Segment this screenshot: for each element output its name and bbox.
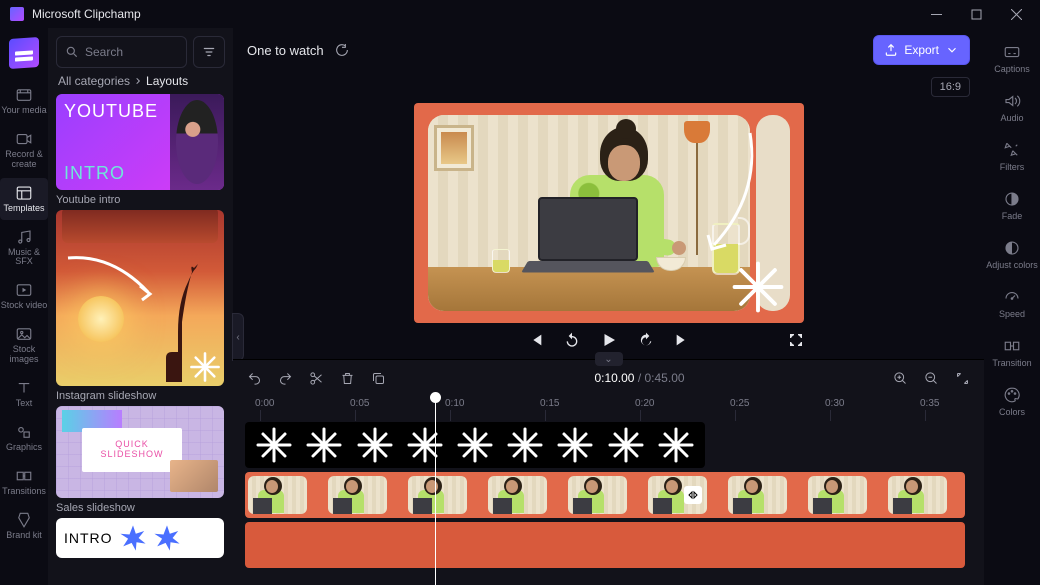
rail-label: Text (16, 399, 33, 409)
export-label: Export (904, 43, 939, 57)
rail-item-graphics[interactable]: Graphics (0, 417, 48, 459)
transport-controls (414, 331, 804, 355)
redo-button[interactable] (278, 371, 293, 386)
timeline: ⌄ 0:10.00 / 0:45.00 0:00 0:05 0:10 (233, 359, 984, 585)
rail-item-templates[interactable]: Templates (0, 178, 48, 220)
template-intro[interactable]: INTRO (56, 518, 225, 558)
template-label: Instagram slideshow (56, 390, 225, 402)
left-tool-rail: Your media Record & create Templates Mus… (0, 28, 48, 585)
rail-item-colors[interactable]: Colors (984, 379, 1040, 424)
rail-item-adjust-colors[interactable]: Adjust colors (984, 232, 1040, 277)
template-thumb: YOUTUBE INTRO (56, 94, 224, 190)
zoom-out-button[interactable] (924, 371, 939, 386)
export-button[interactable]: Export (873, 35, 970, 65)
main-area: ‹ One to watch Export 16:9 (233, 28, 984, 585)
rail-item-speed[interactable]: Speed (984, 281, 1040, 326)
duplicate-button[interactable] (371, 371, 386, 386)
rail-item-filters[interactable]: Filters (984, 134, 1040, 179)
skip-next-button[interactable] (674, 332, 690, 348)
timeline-resize-handle[interactable]: ⌄ (595, 352, 623, 366)
rail-label: Music & SFX (0, 248, 48, 268)
rail-item-transitions[interactable]: Transitions (0, 461, 48, 503)
rail-label: Stock images (0, 345, 48, 365)
template-thumb (56, 210, 224, 386)
templates-panel: Search All categories Layouts YOUTUBE IN… (48, 28, 233, 585)
preview-stage[interactable] (414, 103, 804, 323)
brand-icon (9, 37, 39, 69)
aspect-ratio-chip[interactable]: 16:9 (931, 77, 970, 97)
chevron-right-icon (134, 77, 142, 85)
breadcrumb-root[interactable]: All categories (58, 74, 130, 88)
window-minimize-button[interactable] (916, 0, 956, 28)
undo-button[interactable] (247, 371, 262, 386)
rail-label: Templates (3, 204, 44, 214)
thumb-text-1: YOUTUBE (64, 102, 162, 120)
search-placeholder: Search (85, 45, 123, 59)
template-thumb: INTRO (56, 518, 224, 558)
rail-item-audio[interactable]: Audio (984, 85, 1040, 130)
track-video[interactable] (245, 472, 965, 518)
rail-label: Brand kit (6, 531, 42, 541)
rail-item-captions[interactable]: Captions (984, 36, 1040, 81)
timecode: 0:10.00 / 0:45.00 (402, 371, 877, 385)
window-title: Microsoft Clipchamp (32, 7, 141, 21)
project-title[interactable]: One to watch (247, 43, 324, 58)
play-button[interactable] (600, 331, 618, 349)
right-properties-rail: Captions Audio Filters Fade Adjust color… (984, 28, 1040, 585)
transition-marker-icon[interactable] (684, 486, 702, 504)
delete-button[interactable] (340, 371, 355, 386)
rewind-button[interactable] (564, 332, 580, 348)
rail-item-transition[interactable]: Transition (984, 330, 1040, 375)
breadcrumb-current: Layouts (146, 74, 188, 88)
chevron-down-icon (945, 43, 959, 57)
refresh-icon[interactable] (334, 42, 350, 58)
filter-icon (202, 45, 216, 59)
track-audio[interactable] (245, 522, 965, 568)
export-icon (884, 43, 898, 57)
template-label: Youtube intro (56, 194, 225, 206)
rail-item-your-media[interactable]: Your media (0, 80, 48, 122)
template-instagram-slideshow[interactable]: Instagram slideshow (56, 210, 225, 402)
template-youtube-intro[interactable]: YOUTUBE INTRO Youtube intro (56, 94, 225, 206)
search-icon (65, 45, 79, 59)
rail-item-stock-video[interactable]: Stock video (0, 275, 48, 317)
rail-item-record-create[interactable]: Record & create (0, 124, 48, 176)
app-logo-icon (10, 7, 24, 21)
titlebar: Microsoft Clipchamp (0, 0, 1040, 28)
template-label: Sales slideshow (56, 502, 225, 514)
rail-label: Graphics (6, 443, 42, 453)
forward-button[interactable] (638, 332, 654, 348)
skip-prev-button[interactable] (528, 332, 544, 348)
rail-item-music-sfx[interactable]: Music & SFX (0, 222, 48, 274)
fullscreen-button[interactable] (788, 332, 804, 348)
playhead[interactable] (435, 396, 436, 585)
template-thumb: QUICK SLIDESHOW (56, 406, 224, 498)
filter-button[interactable] (193, 36, 225, 68)
rail-item-text[interactable]: Text (0, 373, 48, 415)
rail-item-stock-images[interactable]: Stock images (0, 319, 48, 371)
window-close-button[interactable] (996, 0, 1036, 28)
project-topbar: One to watch Export (233, 28, 984, 72)
track-graphics[interactable] (245, 422, 705, 468)
rail-item-brand-kit[interactable]: Brand kit (0, 505, 48, 547)
rail-label: Stock video (1, 301, 48, 311)
window-maximize-button[interactable] (956, 0, 996, 28)
search-input[interactable]: Search (56, 36, 187, 68)
rail-item-fade[interactable]: Fade (984, 183, 1040, 228)
template-sales-slideshow[interactable]: QUICK SLIDESHOW Sales slideshow (56, 406, 225, 514)
rail-label: Record & create (0, 150, 48, 170)
rail-label: Transitions (2, 487, 46, 497)
split-button[interactable] (309, 371, 324, 386)
rail-label: Your media (1, 106, 46, 116)
timeline-ruler[interactable]: 0:00 0:05 0:10 0:15 0:20 0:25 0:30 0:35 (245, 396, 984, 416)
thumb-text-2: INTRO (64, 164, 162, 182)
collapse-panel-button[interactable]: ‹ (232, 313, 244, 361)
sparkle-icon (254, 425, 294, 465)
zoom-in-button[interactable] (893, 371, 908, 386)
timeline-tracks[interactable] (233, 416, 984, 585)
zoom-fit-button[interactable] (955, 371, 970, 386)
breadcrumb[interactable]: All categories Layouts (56, 74, 225, 88)
